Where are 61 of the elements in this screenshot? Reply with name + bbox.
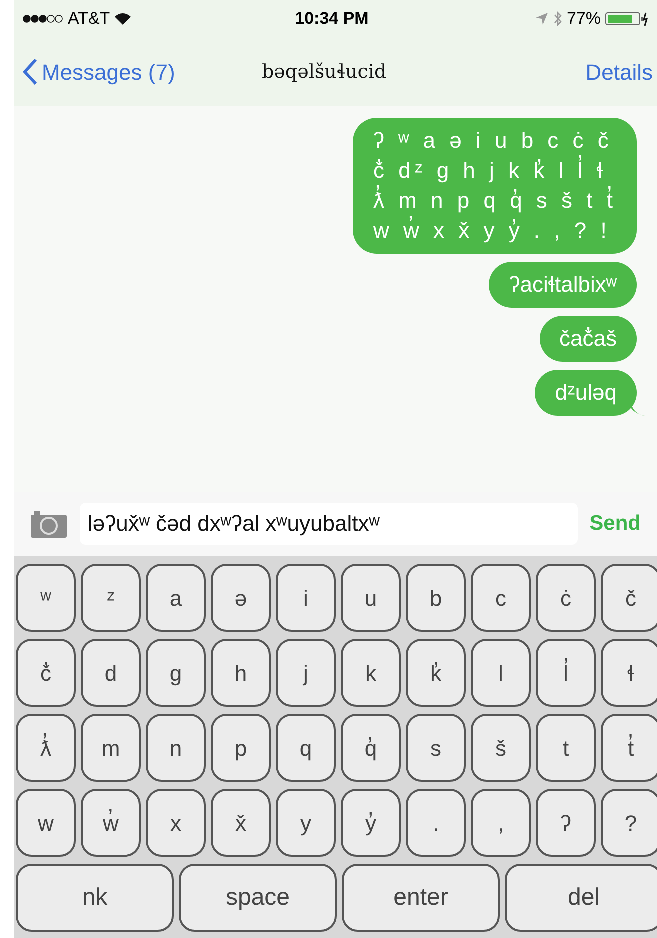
battery-label: 77% (566, 8, 601, 30)
keyboard-key[interactable]: w̓ (81, 789, 141, 857)
keyboard-key[interactable]: q̓ (341, 714, 401, 782)
location-icon (534, 12, 549, 26)
keyboard-key[interactable]: t (536, 714, 596, 782)
keyboard-key[interactable]: ʷ (16, 564, 76, 632)
carrier-label: AT&T (68, 8, 110, 30)
keyboard-key[interactable]: d (81, 639, 141, 707)
keyboard-key[interactable]: q (276, 714, 336, 782)
keyboard-key[interactable]: y (276, 789, 336, 857)
wifi-icon (114, 12, 132, 26)
keyboard-key[interactable]: k̓ (406, 639, 466, 707)
conversation-title: bəqəlšuɬucid (262, 60, 388, 85)
keyboard-key[interactable]: l (471, 639, 531, 707)
keyboard-key[interactable]: x̌ (211, 789, 271, 857)
back-chevron-icon (22, 58, 38, 86)
keyboard-key[interactable]: ə (211, 564, 271, 632)
keyboard-key[interactable]: w (16, 789, 76, 857)
keyboard-key[interactable]: enter (342, 864, 500, 932)
keyboard-key[interactable]: h (211, 639, 271, 707)
message-bubble: ʔaciɬtalbixʷ (489, 262, 637, 308)
keyboard-key[interactable]: t̓ (601, 714, 657, 782)
keyboard-key[interactable]: b (406, 564, 466, 632)
keyboard-key[interactable]: g (146, 639, 206, 707)
keyboard-key[interactable]: . (406, 789, 466, 857)
keyboard-key[interactable]: l̓ (536, 639, 596, 707)
keyboard-key[interactable]: š (471, 714, 531, 782)
keyboard-key[interactable]: nk (16, 864, 174, 932)
clock-label: 10:34 PM (294, 8, 370, 30)
keyboard-key[interactable]: c (471, 564, 531, 632)
message-input-field[interactable]: ləʔux̌ʷ čəd dxʷʔal xʷuyubaltxʷ (80, 503, 578, 545)
keyboard-key[interactable]: m (81, 714, 141, 782)
keyboard-key[interactable]: i (276, 564, 336, 632)
keyboard-key[interactable]: x (146, 789, 206, 857)
message-bubble: čač̓aš (540, 316, 637, 362)
bluetooth-icon (552, 11, 563, 27)
camera-icon[interactable] (30, 509, 68, 539)
keyboard-key[interactable]: ɬ (601, 639, 657, 707)
message-bubble: ʔ ʷ a ə i u b c ċ č č̓ dᶻ g h j k k̓ l l̓ ɬ ƛ̓ m n p q q̓ s š t t̓ w w̓ x x̌ y y̓ . , ? ! (353, 118, 637, 254)
keyboard-key[interactable]: k (341, 639, 401, 707)
battery-icon (605, 11, 649, 27)
keyboard-key[interactable]: ᶻ (81, 564, 141, 632)
keyboard-key[interactable]: u (341, 564, 401, 632)
keyboard-key[interactable]: ʔ (536, 789, 596, 857)
signal-icon (22, 14, 64, 24)
keyboard-key[interactable]: p (211, 714, 271, 782)
keyboard-key[interactable]: space (179, 864, 337, 932)
keyboard-key[interactable]: n (146, 714, 206, 782)
keyboard-key[interactable]: č̓ (16, 639, 76, 707)
keyboard-key[interactable]: , (471, 789, 531, 857)
keyboard-key[interactable]: ċ (536, 564, 596, 632)
keyboard-key[interactable]: del (505, 864, 657, 932)
keyboard-key[interactable]: y̓ (341, 789, 401, 857)
keyboard-key[interactable]: s (406, 714, 466, 782)
keyboard-key[interactable]: ? (601, 789, 657, 857)
back-button[interactable]: Messages (7) (22, 56, 262, 88)
keyboard-key[interactable]: j (276, 639, 336, 707)
keyboard-key[interactable]: a (146, 564, 206, 632)
keyboard-key[interactable]: č (601, 564, 657, 632)
keyboard-key[interactable]: ƛ̓ (16, 714, 76, 782)
details-button[interactable]: Details (482, 56, 653, 88)
